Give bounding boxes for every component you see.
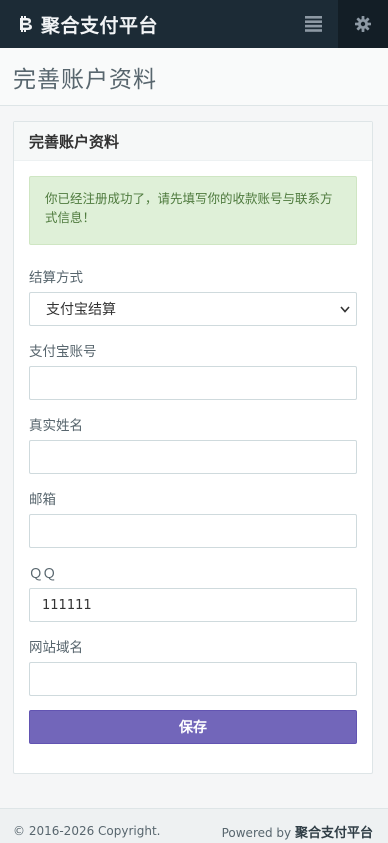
bitcoin-icon <box>20 16 32 32</box>
app-title: 聚合支付平台 <box>41 14 159 37</box>
settings-button[interactable] <box>338 0 388 48</box>
top-navbar: 聚合支付平台 <box>0 0 388 48</box>
brand[interactable]: 聚合支付平台 <box>0 0 158 48</box>
menu-toggle-button[interactable] <box>288 0 338 48</box>
email-input[interactable] <box>29 514 357 548</box>
gear-icon <box>355 16 371 32</box>
settlement-group: 结算方式 支付宝结算 <box>29 266 357 326</box>
alipay-account-group: 支付宝账号 <box>29 340 357 400</box>
footer-brand-link[interactable]: 聚合支付平台 <box>295 826 373 841</box>
page-header: 完善账户资料 <box>0 48 388 106</box>
powered-by-text: Powered by <box>221 825 292 840</box>
panel-heading: 完善账户资料 <box>14 122 372 161</box>
qq-label: ＱＱ <box>29 566 56 582</box>
settlement-label: 结算方式 <box>29 270 83 286</box>
alipay-account-input[interactable] <box>29 366 357 400</box>
email-label: 邮箱 <box>29 492 56 508</box>
list-icon <box>304 16 322 32</box>
website-group: 网站域名 <box>29 636 357 696</box>
footer: © 2016-2026 Copyright. Powered by 聚合支付平台 <box>0 808 388 843</box>
real-name-group: 真实姓名 <box>29 414 357 474</box>
real-name-input[interactable] <box>29 440 357 474</box>
real-name-label: 真实姓名 <box>29 418 83 434</box>
profile-panel: 完善账户资料 你已经注册成功了，请先填写你的收款账号与联系方式信息！ 结算方式 … <box>13 121 373 774</box>
qq-group: ＱＱ 111111 <box>29 562 357 622</box>
save-button[interactable]: 保存 <box>29 710 357 744</box>
copyright-text: © 2016-2026 Copyright. <box>13 824 161 838</box>
email-group: 邮箱 <box>29 488 357 548</box>
settlement-select[interactable]: 支付宝结算 <box>29 292 357 326</box>
website-label: 网站域名 <box>29 640 83 656</box>
chevron-down-icon <box>340 305 350 313</box>
page-title: 完善账户资料 <box>13 66 157 93</box>
settlement-selected: 支付宝结算 <box>46 302 116 318</box>
alipay-account-label: 支付宝账号 <box>29 344 97 360</box>
qq-input[interactable]: 111111 <box>29 588 357 622</box>
website-input[interactable] <box>29 662 357 696</box>
success-alert: 你已经注册成功了，请先填写你的收款账号与联系方式信息！ <box>29 176 357 245</box>
powered-by: Powered by 聚合支付平台 <box>222 822 373 841</box>
